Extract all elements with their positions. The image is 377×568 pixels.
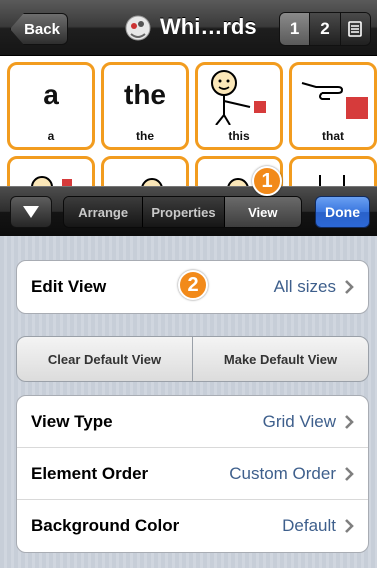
- background-color-row[interactable]: Background Color Default: [17, 500, 368, 552]
- wizard-avatar-icon: [125, 15, 151, 41]
- person-pointing-icon: [211, 70, 266, 125]
- cell-label: a: [47, 129, 55, 143]
- view-options-group: View Type Grid View Element Order Custom…: [16, 395, 369, 553]
- pointing-hand-icon: [301, 82, 368, 119]
- row-label: Background Color: [31, 516, 180, 535]
- symbol-cell-that[interactable]: that: [289, 62, 377, 150]
- symbol-cell-this[interactable]: this: [195, 62, 283, 150]
- cell-label: that: [322, 129, 344, 143]
- tab-properties[interactable]: Properties: [143, 197, 225, 227]
- row-label: View Type: [31, 411, 113, 431]
- page-1-button[interactable]: 1: [280, 13, 311, 45]
- chevron-right-icon: [345, 414, 354, 429]
- chevron-right-icon: [345, 466, 354, 481]
- board-title: Whi…rds: [160, 14, 257, 39]
- callout-badge-2: 2: [178, 270, 208, 300]
- document-button[interactable]: [340, 13, 370, 45]
- symbol-cell-the[interactable]: the the: [101, 62, 189, 150]
- symbol-grid: a a the the this that: [0, 56, 377, 244]
- collapse-button[interactable]: [10, 196, 52, 228]
- page-selector: 1 2: [279, 12, 371, 46]
- element-order-row[interactable]: Element Order Custom Order: [17, 448, 368, 500]
- done-button[interactable]: Done: [315, 196, 370, 228]
- cell-label: the: [136, 129, 154, 143]
- cell-label: this: [228, 129, 250, 143]
- tab-view[interactable]: View: [224, 197, 301, 227]
- row-value: Default: [282, 516, 336, 535]
- tab-arrange[interactable]: Arrange: [64, 197, 144, 227]
- row-label: Edit View: [31, 277, 107, 296]
- view-type-row[interactable]: View Type Grid View: [17, 396, 368, 448]
- document-icon: [348, 21, 363, 37]
- callout-badge-1: 1: [252, 166, 282, 196]
- chevron-right-icon: [345, 519, 354, 533]
- page-2-button[interactable]: 2: [310, 13, 341, 45]
- top-nav-bar: Back Whi…rds 1 2: [0, 0, 377, 56]
- back-button[interactable]: Back: [10, 13, 68, 45]
- triangle-down-icon: [23, 206, 39, 218]
- default-view-buttons: Clear Default View Make Default View: [16, 336, 369, 382]
- row-value: All sizes: [273, 277, 336, 296]
- cell-symbol-text: a: [43, 79, 59, 110]
- row-value: Custom Order: [229, 463, 336, 483]
- row-value: Grid View: [262, 411, 336, 431]
- edit-toolbar: Arrange Properties View Done: [0, 186, 377, 236]
- symbol-cell-a[interactable]: a a: [7, 62, 95, 150]
- clear-default-view-button[interactable]: Clear Default View: [17, 337, 193, 381]
- cell-symbol-text: the: [124, 79, 166, 110]
- make-default-view-button[interactable]: Make Default View: [193, 337, 368, 381]
- row-label: Element Order: [31, 463, 149, 483]
- edit-mode-tabs: Arrange Properties View: [63, 196, 302, 228]
- chevron-right-icon: [345, 280, 354, 294]
